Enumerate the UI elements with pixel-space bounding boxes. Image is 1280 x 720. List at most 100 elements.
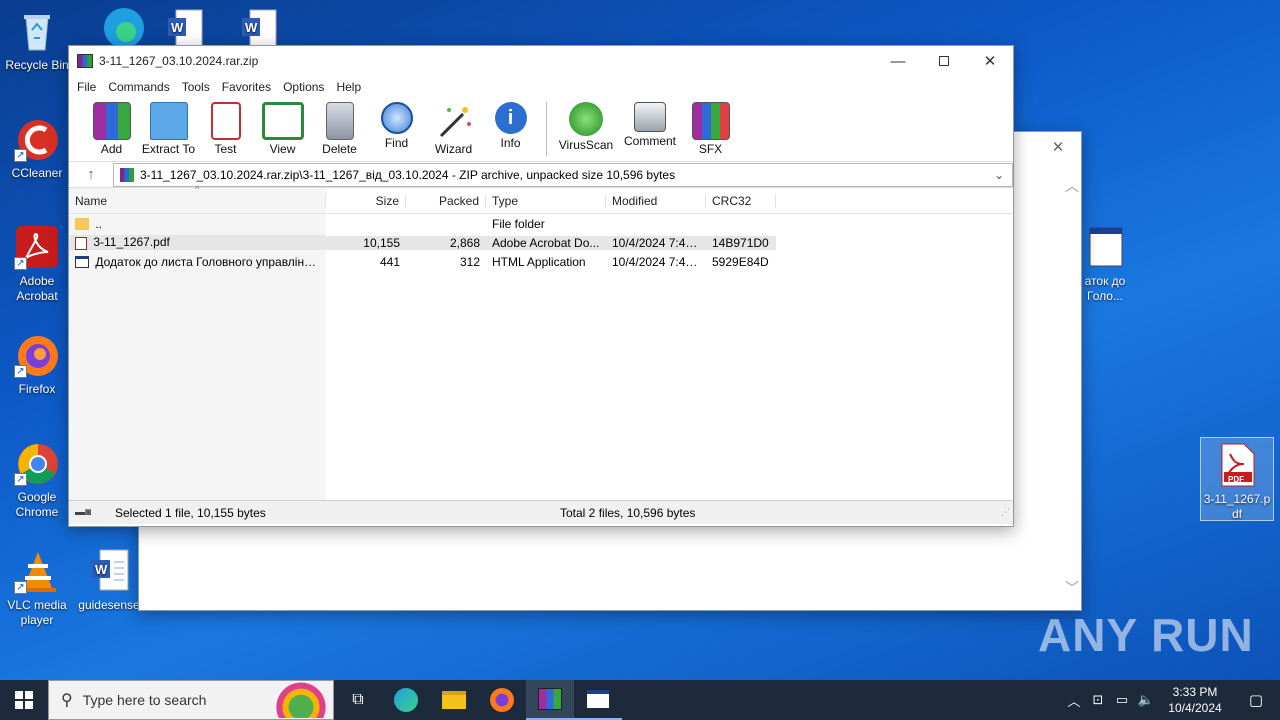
chrome-icon: ↗: [14, 440, 60, 486]
notification-icon: ▢: [1248, 692, 1264, 709]
up-arrow-icon[interactable]: ↑: [69, 166, 113, 183]
taskbar-hta-window[interactable]: [574, 680, 622, 720]
column-size[interactable]: Size: [326, 193, 406, 208]
column-type[interactable]: Type: [486, 193, 606, 208]
task-view-icon: ⧉: [352, 691, 364, 708]
desktop-icon-label: Recycle Bin: [5, 58, 69, 72]
magic-wand-icon: [435, 102, 473, 140]
find-button[interactable]: Find: [368, 102, 425, 150]
desktop-icon-pdf-selected[interactable]: PDF 3-11_1267.pdf: [1200, 437, 1274, 521]
menu-options[interactable]: Options: [277, 80, 330, 94]
desktop-icon-label: CCleaner: [11, 166, 63, 180]
wizard-label: Wizard: [434, 142, 473, 156]
menu-favorites[interactable]: Favorites: [216, 80, 277, 94]
column-crc32[interactable]: CRC32: [706, 193, 776, 208]
taskbar-firefox[interactable]: [478, 680, 526, 720]
archive-path-text: 3-11_1267_03.10.2024.rar.zip\3-11_1267_в…: [140, 167, 676, 182]
pdf-file-icon: [75, 236, 87, 250]
menu-bar: File Commands Tools Favorites Options He…: [69, 76, 1013, 98]
virusscan-button[interactable]: VirusScan: [554, 102, 618, 152]
add-label: Add: [100, 142, 123, 156]
file-row-selected[interactable]: 3-11_1267.pdf 10,155 2,868 Adobe Acrobat…: [69, 233, 1013, 252]
file-row-parent[interactable]: .. File folder: [69, 214, 1013, 233]
file-row[interactable]: Додаток до листа Головного управління...…: [69, 252, 1013, 271]
clock[interactable]: 3:33 PM 10/4/2024: [1158, 684, 1232, 716]
desktop-icon-google-chrome[interactable]: ↗ Google Chrome: [0, 440, 74, 520]
close-button[interactable]: ✕: [1035, 132, 1081, 162]
menu-tools[interactable]: Tools: [176, 80, 216, 94]
info-button[interactable]: i Info: [482, 102, 539, 150]
menu-help[interactable]: Help: [330, 80, 367, 94]
tray-chevron-icon[interactable]: ︿: [1062, 691, 1086, 710]
desktop-icon-label: Google Chrome: [15, 490, 59, 519]
column-packed[interactable]: Packed: [406, 193, 486, 208]
svg-text:W: W: [171, 20, 184, 35]
address-bar: ↑ 3-11_1267_03.10.2024.rar.zip\3-11_1267…: [69, 162, 1013, 188]
maximize-icon: [939, 56, 949, 66]
taskbar-edge[interactable]: [382, 680, 430, 720]
shortcut-arrow-icon: ↗: [14, 149, 27, 162]
folder-icon: [442, 691, 466, 709]
add-archive-icon: [92, 102, 131, 140]
desktop-icon-adobe-acrobat[interactable]: ↗ Adobe Acrobat: [0, 224, 74, 304]
wizard-button[interactable]: Wizard: [425, 102, 482, 156]
word-doc-icon: W: [86, 548, 132, 594]
close-button[interactable]: ✕: [967, 46, 1013, 76]
sfx-label: SFX: [698, 142, 723, 156]
taskbar-winrar-active[interactable]: [526, 680, 574, 720]
test-button[interactable]: Test: [197, 102, 254, 156]
info-label: Info: [500, 136, 521, 150]
scrollbar-up-icon[interactable]: ︿: [1065, 176, 1079, 196]
taskbar-search-box[interactable]: ⚲ Type here to search: [48, 680, 334, 720]
menu-file[interactable]: File: [71, 80, 102, 94]
view-label: View: [269, 142, 296, 156]
winrar-window[interactable]: 3-11_1267_03.10.2024.rar.zip — ✕ File Co…: [68, 45, 1014, 527]
add-button[interactable]: Add: [83, 102, 140, 156]
sfx-button[interactable]: SFX: [682, 102, 739, 156]
taskbar-file-explorer[interactable]: [430, 680, 478, 720]
title-bar[interactable]: 3-11_1267_03.10.2024.rar.zip — ✕: [69, 46, 1013, 76]
resize-grip-icon[interactable]: ⋰: [1001, 507, 1013, 518]
start-button[interactable]: [0, 680, 48, 720]
desktop-icon-guidesense[interactable]: W guidesense: [72, 548, 146, 613]
desktop-icon-vlc[interactable]: ↗ VLC media player: [0, 548, 74, 628]
maximize-button[interactable]: [921, 46, 967, 76]
hta-window-icon: [1082, 224, 1128, 270]
desktop-icon-recycle-bin[interactable]: Recycle Bin: [0, 8, 74, 73]
comment-button[interactable]: Comment: [618, 102, 682, 148]
chevron-down-icon[interactable]: ⌄: [994, 168, 1012, 182]
virusscan-label: VirusScan: [558, 138, 614, 152]
delete-button[interactable]: Delete: [311, 102, 368, 156]
column-name[interactable]: Name: [69, 193, 326, 208]
ethernet-icon[interactable]: ▭: [1110, 692, 1134, 708]
minimize-button[interactable]: —: [875, 46, 921, 76]
archive-path-field[interactable]: 3-11_1267_03.10.2024.rar.zip\3-11_1267_в…: [113, 162, 1013, 187]
task-view-button[interactable]: ⧉: [334, 680, 382, 720]
file-size: 441: [379, 254, 400, 269]
menu-commands[interactable]: Commands: [102, 80, 175, 94]
extract-to-button[interactable]: Extract To: [140, 102, 197, 156]
file-type: Adobe Acrobat Do...: [486, 235, 606, 250]
magnifier-icon: [380, 102, 413, 134]
toolbar-divider: [546, 102, 547, 156]
svg-text:W: W: [245, 20, 258, 35]
desktop-icon-label: Firefox: [18, 382, 56, 396]
hta-file-icon: [75, 256, 89, 269]
desktop-icon-firefox[interactable]: ↗ Firefox: [0, 332, 74, 397]
scrollbar-down-icon[interactable]: ﹀: [1065, 578, 1079, 598]
window-title: 3-11_1267_03.10.2024.rar.zip: [99, 54, 259, 68]
network-icon[interactable]: ⊡: [1086, 692, 1110, 708]
notification-center-button[interactable]: ▢: [1232, 680, 1280, 720]
trash-bin-icon: [325, 102, 354, 140]
column-modified[interactable]: Modified: [606, 193, 706, 208]
file-modified: 10/4/2024 7:48 ...: [612, 254, 706, 269]
volume-icon[interactable]: 🔈: [1134, 692, 1158, 708]
status-selected: Selected 1 file, 10,155 bytes: [115, 505, 266, 520]
test-label: Test: [214, 142, 237, 156]
desktop-icon-ccleaner[interactable]: ↗ CCleaner: [0, 116, 74, 181]
view-button[interactable]: View: [254, 102, 311, 156]
file-crc: 14B971D0: [706, 235, 776, 250]
clock-date: 10/4/2024: [1168, 701, 1222, 715]
archive-icon: [120, 167, 134, 182]
shortcut-arrow-icon: ↗: [14, 581, 27, 594]
